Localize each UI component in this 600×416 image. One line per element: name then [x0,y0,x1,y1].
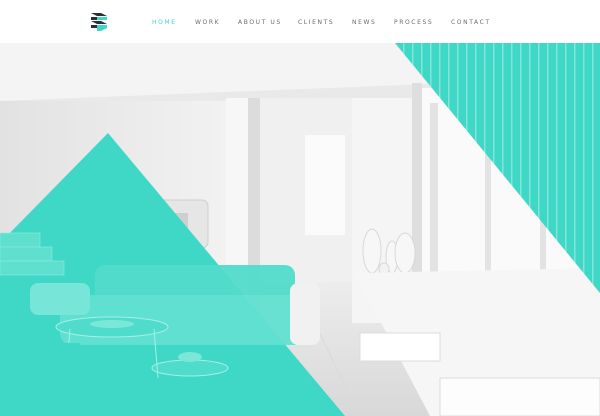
nav-item-contact[interactable]: CONTACT [451,19,491,27]
nav-item-work[interactable]: WORK [195,19,220,27]
main-navigation: HOME WORK ABOUT US CLIENTS NEWS PROCESS … [0,19,600,27]
nav-item-clients[interactable]: CLIENTS [298,19,334,27]
nav-item-home[interactable]: HOME [152,19,177,27]
nav-item-news[interactable]: NEWS [352,19,376,27]
nav-item-about-us[interactable]: ABOUT US [238,19,282,27]
site-header: HOME WORK ABOUT US CLIENTS NEWS PROCESS … [0,0,600,43]
hero-banner [0,43,600,416]
nav-item-process[interactable]: PROCESS [394,19,433,27]
hero-interior-image [0,43,600,416]
